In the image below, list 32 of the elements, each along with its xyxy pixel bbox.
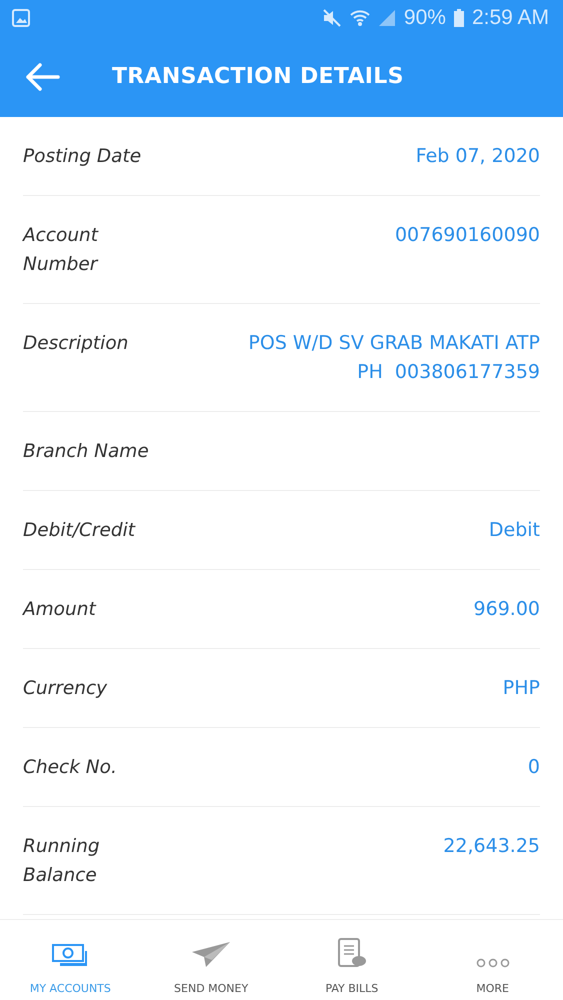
- detail-value: 969.00: [474, 597, 540, 622]
- detail-value: 0: [528, 755, 540, 780]
- detail-label: Branch Name: [23, 440, 149, 464]
- detail-label: Amount: [23, 598, 96, 622]
- paper-plane-icon: [192, 942, 230, 968]
- image-icon: [12, 9, 30, 27]
- nav-tab[interactable]: PAY BILLS: [282, 920, 422, 1000]
- detail-value: PHP: [502, 676, 540, 701]
- detail-value: POS W/D SV GRAB MAKATI ATP PH 003806177359: [247, 331, 540, 385]
- detail-label: Check No.: [23, 756, 117, 780]
- nav-tab[interactable]: SEND MONEY: [140, 920, 282, 1000]
- detail-label: Account Number: [23, 224, 100, 277]
- detail-label: Currency: [23, 677, 108, 701]
- cash-icon: [52, 944, 88, 968]
- detail-value: Debit: [488, 518, 540, 543]
- wifi-icon: [350, 9, 370, 27]
- battery-percentage: 90%: [404, 6, 446, 30]
- detail-label: Debit/Credit: [23, 519, 136, 543]
- battery-icon: [454, 9, 464, 27]
- page-title: TRANSACTION DETAILS: [112, 64, 404, 89]
- detail-value: Feb 07, 2020: [416, 144, 540, 169]
- clock: 2:59 AM: [472, 6, 549, 30]
- more-icon: [476, 958, 510, 968]
- bill-icon: [336, 938, 367, 968]
- detail-label: Running Balance: [23, 835, 101, 888]
- detail-label: Posting Date: [23, 145, 142, 169]
- mute-icon: [322, 9, 342, 27]
- signal-icon: [378, 9, 396, 27]
- detail-value: 007690160090: [394, 223, 540, 248]
- detail-label: Description: [23, 332, 128, 356]
- nav-tab[interactable]: MORE: [422, 920, 563, 1000]
- detail-value: 22,643.25: [443, 834, 540, 859]
